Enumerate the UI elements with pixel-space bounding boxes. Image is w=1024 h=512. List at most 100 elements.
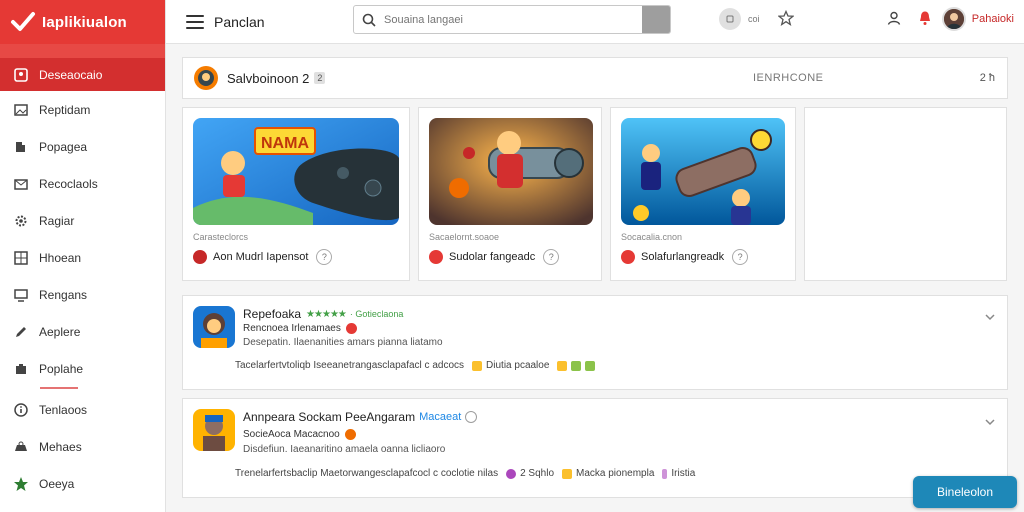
user-name[interactable]: Pahaioki bbox=[972, 13, 1014, 25]
sidebar-item-poplahe[interactable]: Poplahe bbox=[0, 350, 165, 387]
search-submit-button[interactable] bbox=[642, 6, 670, 33]
game-cards: NAMA Carasteclorcs Aon Mudrl Iapensot ? bbox=[182, 107, 1007, 281]
game-card[interactable]: NAMA Carasteclorcs Aon Mudrl Iapensot ? bbox=[182, 107, 410, 281]
help-icon[interactable]: ? bbox=[732, 249, 749, 265]
feature-badge-icon bbox=[506, 468, 517, 479]
image-icon bbox=[12, 101, 30, 119]
sidebar-item-label: Oeeya bbox=[39, 476, 75, 491]
card-footer: Solafurlangreadk ? bbox=[621, 249, 749, 265]
sidebar-item-rengans[interactable]: Rengans bbox=[0, 276, 165, 313]
favorite-star-icon[interactable] bbox=[776, 9, 795, 29]
gear-icon bbox=[12, 212, 30, 230]
info-icon bbox=[12, 401, 30, 419]
sidebar-item-ragiar[interactable]: Ragiar bbox=[0, 202, 165, 239]
game-card[interactable]: Sacaelornt.soaoe Sudolar fangeadc ? bbox=[418, 107, 602, 281]
feature-badge: 2 Sqhlo bbox=[506, 468, 554, 479]
notification-bell-icon[interactable] bbox=[918, 10, 932, 29]
main-content: Salvboinoon 2 2 IENRHCONE 2 ħ NAMA Caras… bbox=[166, 44, 1024, 512]
card-title: Solafurlangreadk bbox=[641, 251, 725, 263]
sidebar-item-tenlaoos[interactable]: Tenlaoos bbox=[0, 391, 165, 428]
box-icon bbox=[12, 360, 30, 378]
floating-action-button[interactable]: Bineleolon bbox=[913, 476, 1017, 508]
list-item-footer: Tacelarfertvtoliqb Iseeanetrangasclapafa… bbox=[235, 360, 599, 371]
help-icon[interactable]: ? bbox=[543, 249, 560, 265]
card-title: Sudolar fangeadc bbox=[449, 251, 536, 263]
empty-card[interactable] bbox=[804, 107, 1007, 281]
avatar[interactable] bbox=[941, 7, 966, 31]
red-badge-icon bbox=[345, 323, 357, 334]
top-bar: Panclan coi Pahaioki bbox=[166, 0, 1024, 44]
search-input[interactable] bbox=[384, 13, 642, 26]
list-item-detail: Tacelarfertvtoliqb Iseeanetrangasclapafa… bbox=[235, 360, 465, 371]
game-logo-icon bbox=[193, 250, 207, 264]
brand-header[interactable]: Iaplikiualon bbox=[0, 0, 165, 44]
feature-badge-icon bbox=[562, 468, 573, 479]
top-right-icons: Pahaioki bbox=[886, 7, 1014, 31]
top-center-icons: coi bbox=[719, 8, 795, 30]
list-item-description-line: Desepatin. Ilaenanities amars pianna lia… bbox=[243, 337, 443, 348]
orange-badge-icon bbox=[344, 429, 356, 440]
game-logo-icon bbox=[429, 250, 443, 264]
card-footer: Sudolar fangeadc ? bbox=[429, 249, 560, 265]
app-icon bbox=[193, 306, 235, 348]
feature-badge-label: Macka pionempla bbox=[576, 468, 655, 479]
chevron-down-icon[interactable] bbox=[985, 310, 995, 324]
list-item-subtitle: Rencnoea Irlenamaes bbox=[243, 323, 341, 334]
mail-icon bbox=[12, 175, 30, 193]
grid-icon bbox=[12, 249, 30, 267]
brand-name: Iaplikiualon bbox=[42, 13, 127, 31]
list-item-subtitle: SocieAoca Macacnoo bbox=[243, 429, 340, 440]
cart-icon bbox=[12, 438, 30, 456]
sidebar-item-aeplere[interactable]: Aeplere bbox=[0, 313, 165, 350]
card-meta: Socacalia.cnon bbox=[621, 232, 683, 242]
featured-game-icon bbox=[194, 66, 218, 90]
list-item-title-row: Repefoaka ★★★★★ · Gotieclaona bbox=[243, 307, 403, 321]
sidebar-item-label: Mehaes bbox=[39, 439, 82, 454]
hamburger-menu-icon[interactable] bbox=[186, 14, 204, 29]
sidebar-item-oeeya[interactable]: Oeeya bbox=[0, 465, 165, 502]
chevron-down-icon[interactable] bbox=[985, 415, 995, 429]
game-banner-cannon-image bbox=[621, 118, 785, 225]
language-toggle-button[interactable] bbox=[719, 8, 741, 30]
sidebar-item-deseaocaio[interactable]: Deseaocaio bbox=[0, 58, 165, 91]
sidebar-item-label: Tenlaoos bbox=[39, 402, 88, 417]
feature-badge-label: Iristia bbox=[671, 468, 696, 479]
user-profile-icon[interactable] bbox=[886, 10, 902, 29]
sidebar-item-label: Poplahe bbox=[39, 361, 84, 376]
featured-title: Salvboinoon 2 bbox=[227, 70, 310, 86]
featured-right-label[interactable]: 2 ħ bbox=[980, 72, 995, 84]
list-item-description-line: Disdefiun. Iaeanaritino amaela oanna lic… bbox=[243, 444, 446, 455]
feature-badge-icon bbox=[662, 468, 668, 479]
page-title: Panclan bbox=[214, 13, 265, 30]
sidebar-item-label: Popagea bbox=[39, 139, 88, 154]
featured-bar[interactable]: Salvboinoon 2 2 IENRHCONE 2 ħ bbox=[182, 57, 1008, 99]
sidebar-item-popagea[interactable]: Popagea bbox=[0, 128, 165, 165]
feature-badge-label: 2 Sqhlo bbox=[520, 468, 555, 479]
list-item-title-row: Annpeara Sockam PeeAngaram Macaeat bbox=[243, 410, 478, 424]
star-icon bbox=[12, 475, 30, 493]
game-logo-icon bbox=[621, 250, 635, 264]
list-item[interactable]: Annpeara Sockam PeeAngaram Macaeat Socie… bbox=[182, 398, 1008, 498]
pencil-icon bbox=[12, 323, 30, 341]
game-banner-hero-image bbox=[429, 118, 593, 225]
sidebar-item-label: Recoclaols bbox=[39, 176, 98, 191]
help-icon[interactable]: ? bbox=[316, 249, 333, 265]
list-item-detail: Trenelarfertsbaclip Maetorwangesclapafco… bbox=[235, 468, 499, 479]
sidebar-item-mehaes[interactable]: Mehaes bbox=[0, 428, 165, 465]
feature-badge: Macka pionempla bbox=[562, 468, 654, 479]
sidebar-item-recoclaols[interactable]: Recoclaols bbox=[0, 165, 165, 202]
list-item[interactable]: Repefoaka ★★★★★ · Gotieclaona Rencnoea I… bbox=[182, 295, 1008, 390]
list-item-title: Repefoaka bbox=[243, 307, 302, 321]
featured-mid-label: IENRHCONE bbox=[753, 72, 824, 84]
game-card[interactable]: Socacalia.cnon Solafurlangreadk ? bbox=[610, 107, 796, 281]
sidebar-item-hhoean[interactable]: Hhoean bbox=[0, 239, 165, 276]
feature-badge-icon bbox=[571, 360, 582, 371]
sidebar-item-reptidam[interactable]: Reptidam bbox=[0, 91, 165, 128]
featured-badge: 2 bbox=[314, 72, 326, 84]
list-item-footer: Trenelarfertsbaclip Maetorwangesclapafco… bbox=[235, 468, 695, 479]
user-icon bbox=[12, 66, 30, 84]
search-bar[interactable] bbox=[353, 5, 671, 34]
feature-badge bbox=[557, 360, 599, 371]
game-banner-controller-image: NAMA bbox=[193, 118, 399, 225]
sidebar-item-label: Ragiar bbox=[39, 213, 75, 228]
